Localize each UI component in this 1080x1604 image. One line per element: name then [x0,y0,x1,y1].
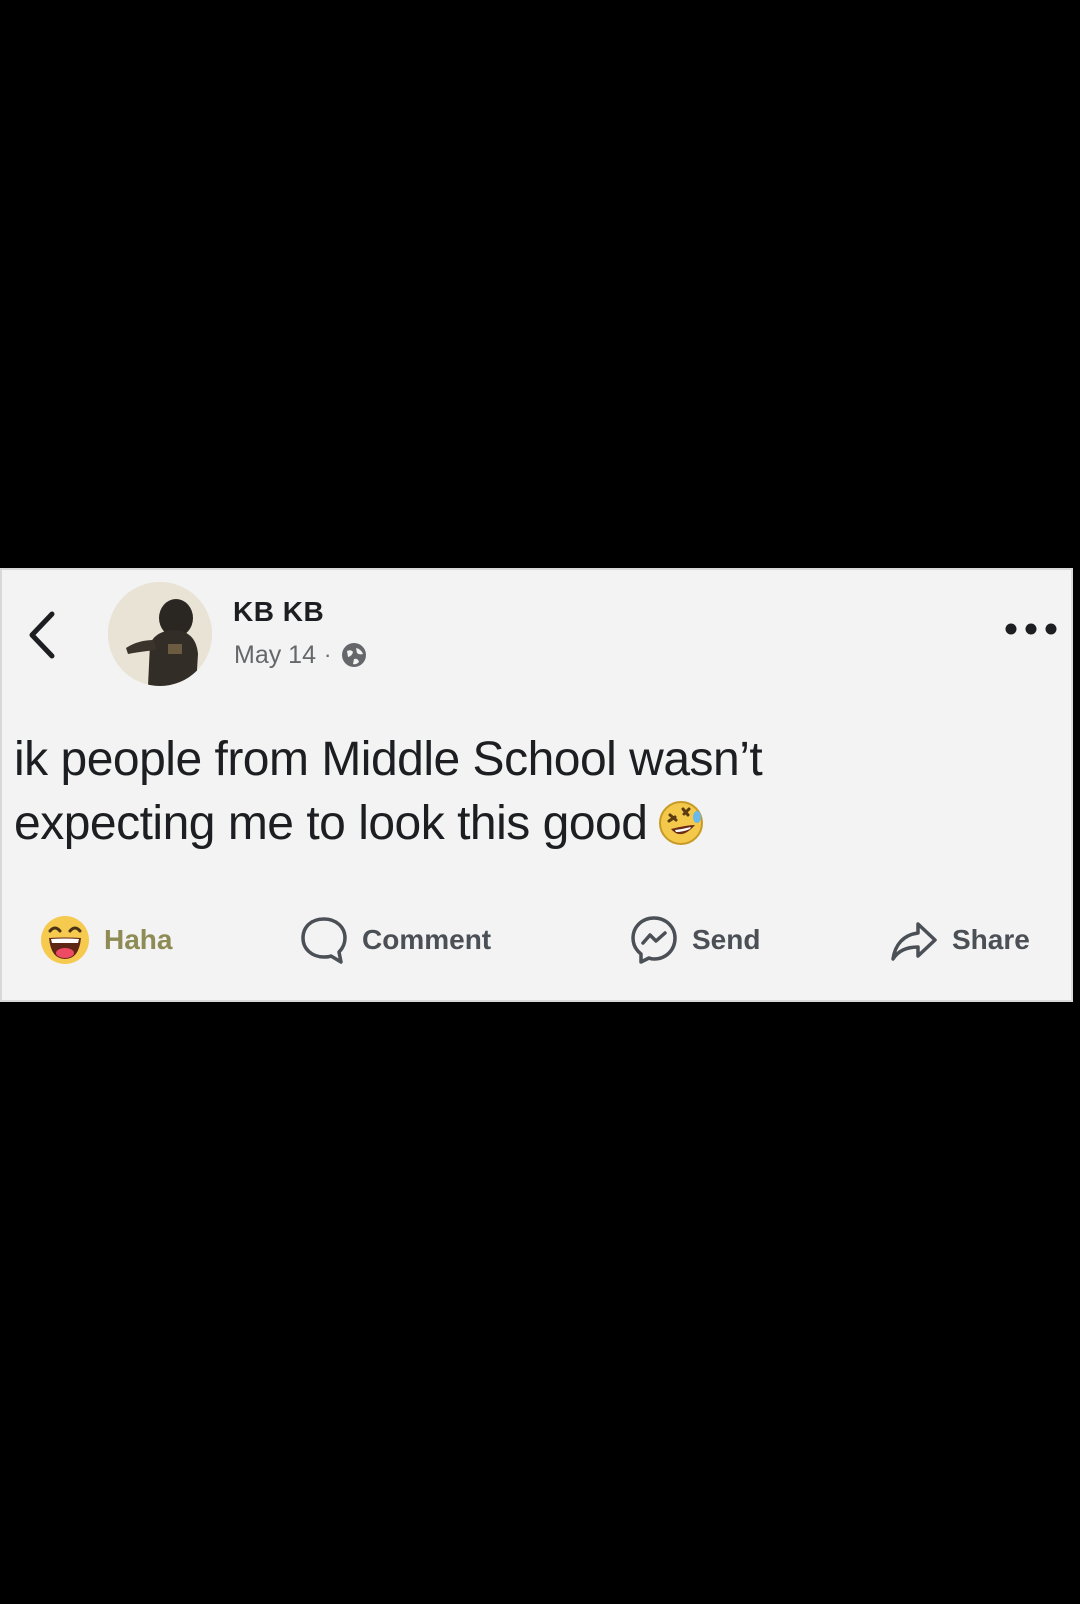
comment-bubble-icon [301,917,347,964]
messenger-icon [631,916,677,964]
share-button[interactable]: Share [888,910,1030,970]
post-text-line-2-text: expecting me to look this good [14,797,648,850]
more-options-icon [1005,623,1057,635]
post-text: ik people from Middle School wasn’t expe… [14,728,1014,856]
more-options-button[interactable] [1001,616,1061,642]
avatar-image [108,582,212,686]
globe-icon [342,643,367,667]
haha-reaction-button[interactable]: Haha [38,910,172,970]
haha-emoji-icon [41,916,89,964]
share-arrow-icon [891,922,937,961]
send-label: Send [692,924,761,955]
comment-label: Comment [362,924,492,955]
send-button[interactable]: Send [628,910,760,970]
comment-button[interactable]: Comment [298,910,491,970]
post-text-line-1: ik people from Middle School wasn’t [14,733,763,786]
meta-separator: · [323,642,332,667]
post-text-line-2: expecting me to look this good [14,792,1014,856]
post-card: KB KB May 14 · ik people from Middle Sch… [0,568,1073,1002]
haha-label: Haha [104,924,173,955]
share-label: Share [952,924,1030,955]
avatar[interactable] [108,582,212,686]
action-bar: Haha Comment Send Share [2,910,1075,970]
screen: KB KB May 14 · ik people from Middle Sch… [0,0,1080,1604]
back-button[interactable] [22,608,64,662]
post-meta: May 14 · [234,640,369,670]
post-date[interactable]: May 14 [234,641,316,670]
author-name[interactable]: KB KB [233,596,324,628]
chevron-left-icon [29,611,55,659]
rolling-laughing-emoji-icon [659,801,704,845]
